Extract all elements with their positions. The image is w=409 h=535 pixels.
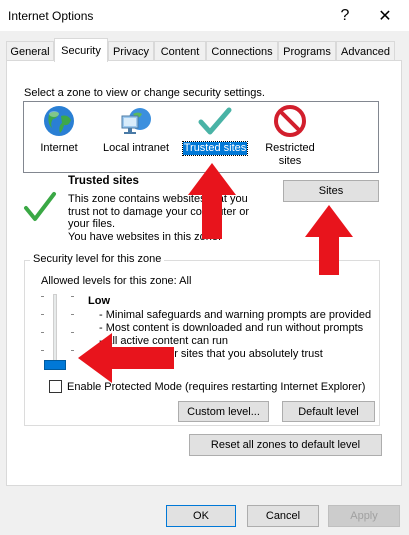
slider-tick	[71, 350, 74, 351]
arrow-left-to-slider-icon	[78, 333, 174, 383]
slider-tick	[41, 314, 44, 315]
arrow-up-to-sites-button-icon	[305, 205, 353, 275]
close-button[interactable]: ✕	[367, 0, 403, 31]
restricted-icon	[274, 105, 306, 137]
tab-connections[interactable]: Connections	[206, 41, 278, 61]
reset-all-zones-button[interactable]: Reset all zones to default level	[189, 434, 382, 456]
trusted-checkmark-icon	[24, 192, 56, 221]
slider-tick	[41, 296, 44, 297]
apply-button[interactable]: Apply	[328, 505, 400, 527]
tab-general[interactable]: General	[6, 41, 54, 61]
computer-network-icon	[121, 108, 151, 134]
slider-tick	[71, 314, 74, 315]
title-bar: Internet Options ? ✕	[0, 0, 409, 31]
window-title: Internet Options	[8, 9, 94, 23]
checkmark-icon	[198, 107, 232, 135]
zone-description: This zone contains websites that you tru…	[68, 193, 249, 243]
zone-local-intranet[interactable]: Local intranet	[98, 104, 174, 155]
zone-internet-label: Internet	[40, 142, 78, 154]
security-level-name: Low	[88, 295, 110, 307]
tab-programs[interactable]: Programs	[278, 41, 336, 61]
tab-security[interactable]: Security	[54, 38, 108, 62]
zone-prompt: Select a zone to view or change security…	[24, 87, 265, 99]
security-level-slider[interactable]	[41, 294, 77, 370]
slider-tick	[41, 350, 44, 351]
slider-tick	[71, 332, 74, 333]
tab-advanced[interactable]: Advanced	[336, 41, 395, 61]
help-icon: ?	[340, 6, 350, 24]
zone-trusted-sites[interactable]: Trusted sites	[181, 104, 249, 156]
internet-options-window: Internet Options ? ✕ General Security Pr…	[0, 0, 409, 535]
ok-button[interactable]: OK	[166, 505, 236, 527]
tab-privacy[interactable]: Privacy	[108, 41, 154, 61]
security-level-legend: Security level for this zone	[30, 253, 165, 265]
tab-content[interactable]: Content	[154, 41, 206, 61]
zone-restricted-sites-label: Restricted sites	[265, 142, 315, 167]
slider-tick	[41, 332, 44, 333]
zone-internet[interactable]: Internet	[34, 104, 84, 155]
custom-level-button[interactable]: Custom level...	[178, 401, 269, 422]
help-button[interactable]: ?	[327, 0, 363, 31]
zone-title: Trusted sites	[68, 175, 139, 187]
zone-restricted-sites[interactable]: Restricted sites	[260, 104, 320, 168]
slider-thumb[interactable]	[44, 360, 66, 370]
close-icon: ✕	[378, 7, 392, 25]
slider-tick	[71, 296, 74, 297]
globe-icon	[44, 106, 74, 136]
default-level-button[interactable]: Default level	[282, 401, 375, 422]
cancel-button[interactable]: Cancel	[247, 505, 319, 527]
sites-button[interactable]: Sites	[283, 180, 379, 202]
protected-mode-checkbox[interactable]	[49, 380, 62, 393]
allowed-levels-label: Allowed levels for this zone: All	[41, 275, 192, 287]
arrow-up-to-trusted-sites-icon	[188, 163, 236, 239]
slider-track	[53, 294, 57, 366]
zone-local-intranet-label: Local intranet	[102, 142, 170, 154]
zone-trusted-sites-label: Trusted sites	[181, 141, 249, 156]
